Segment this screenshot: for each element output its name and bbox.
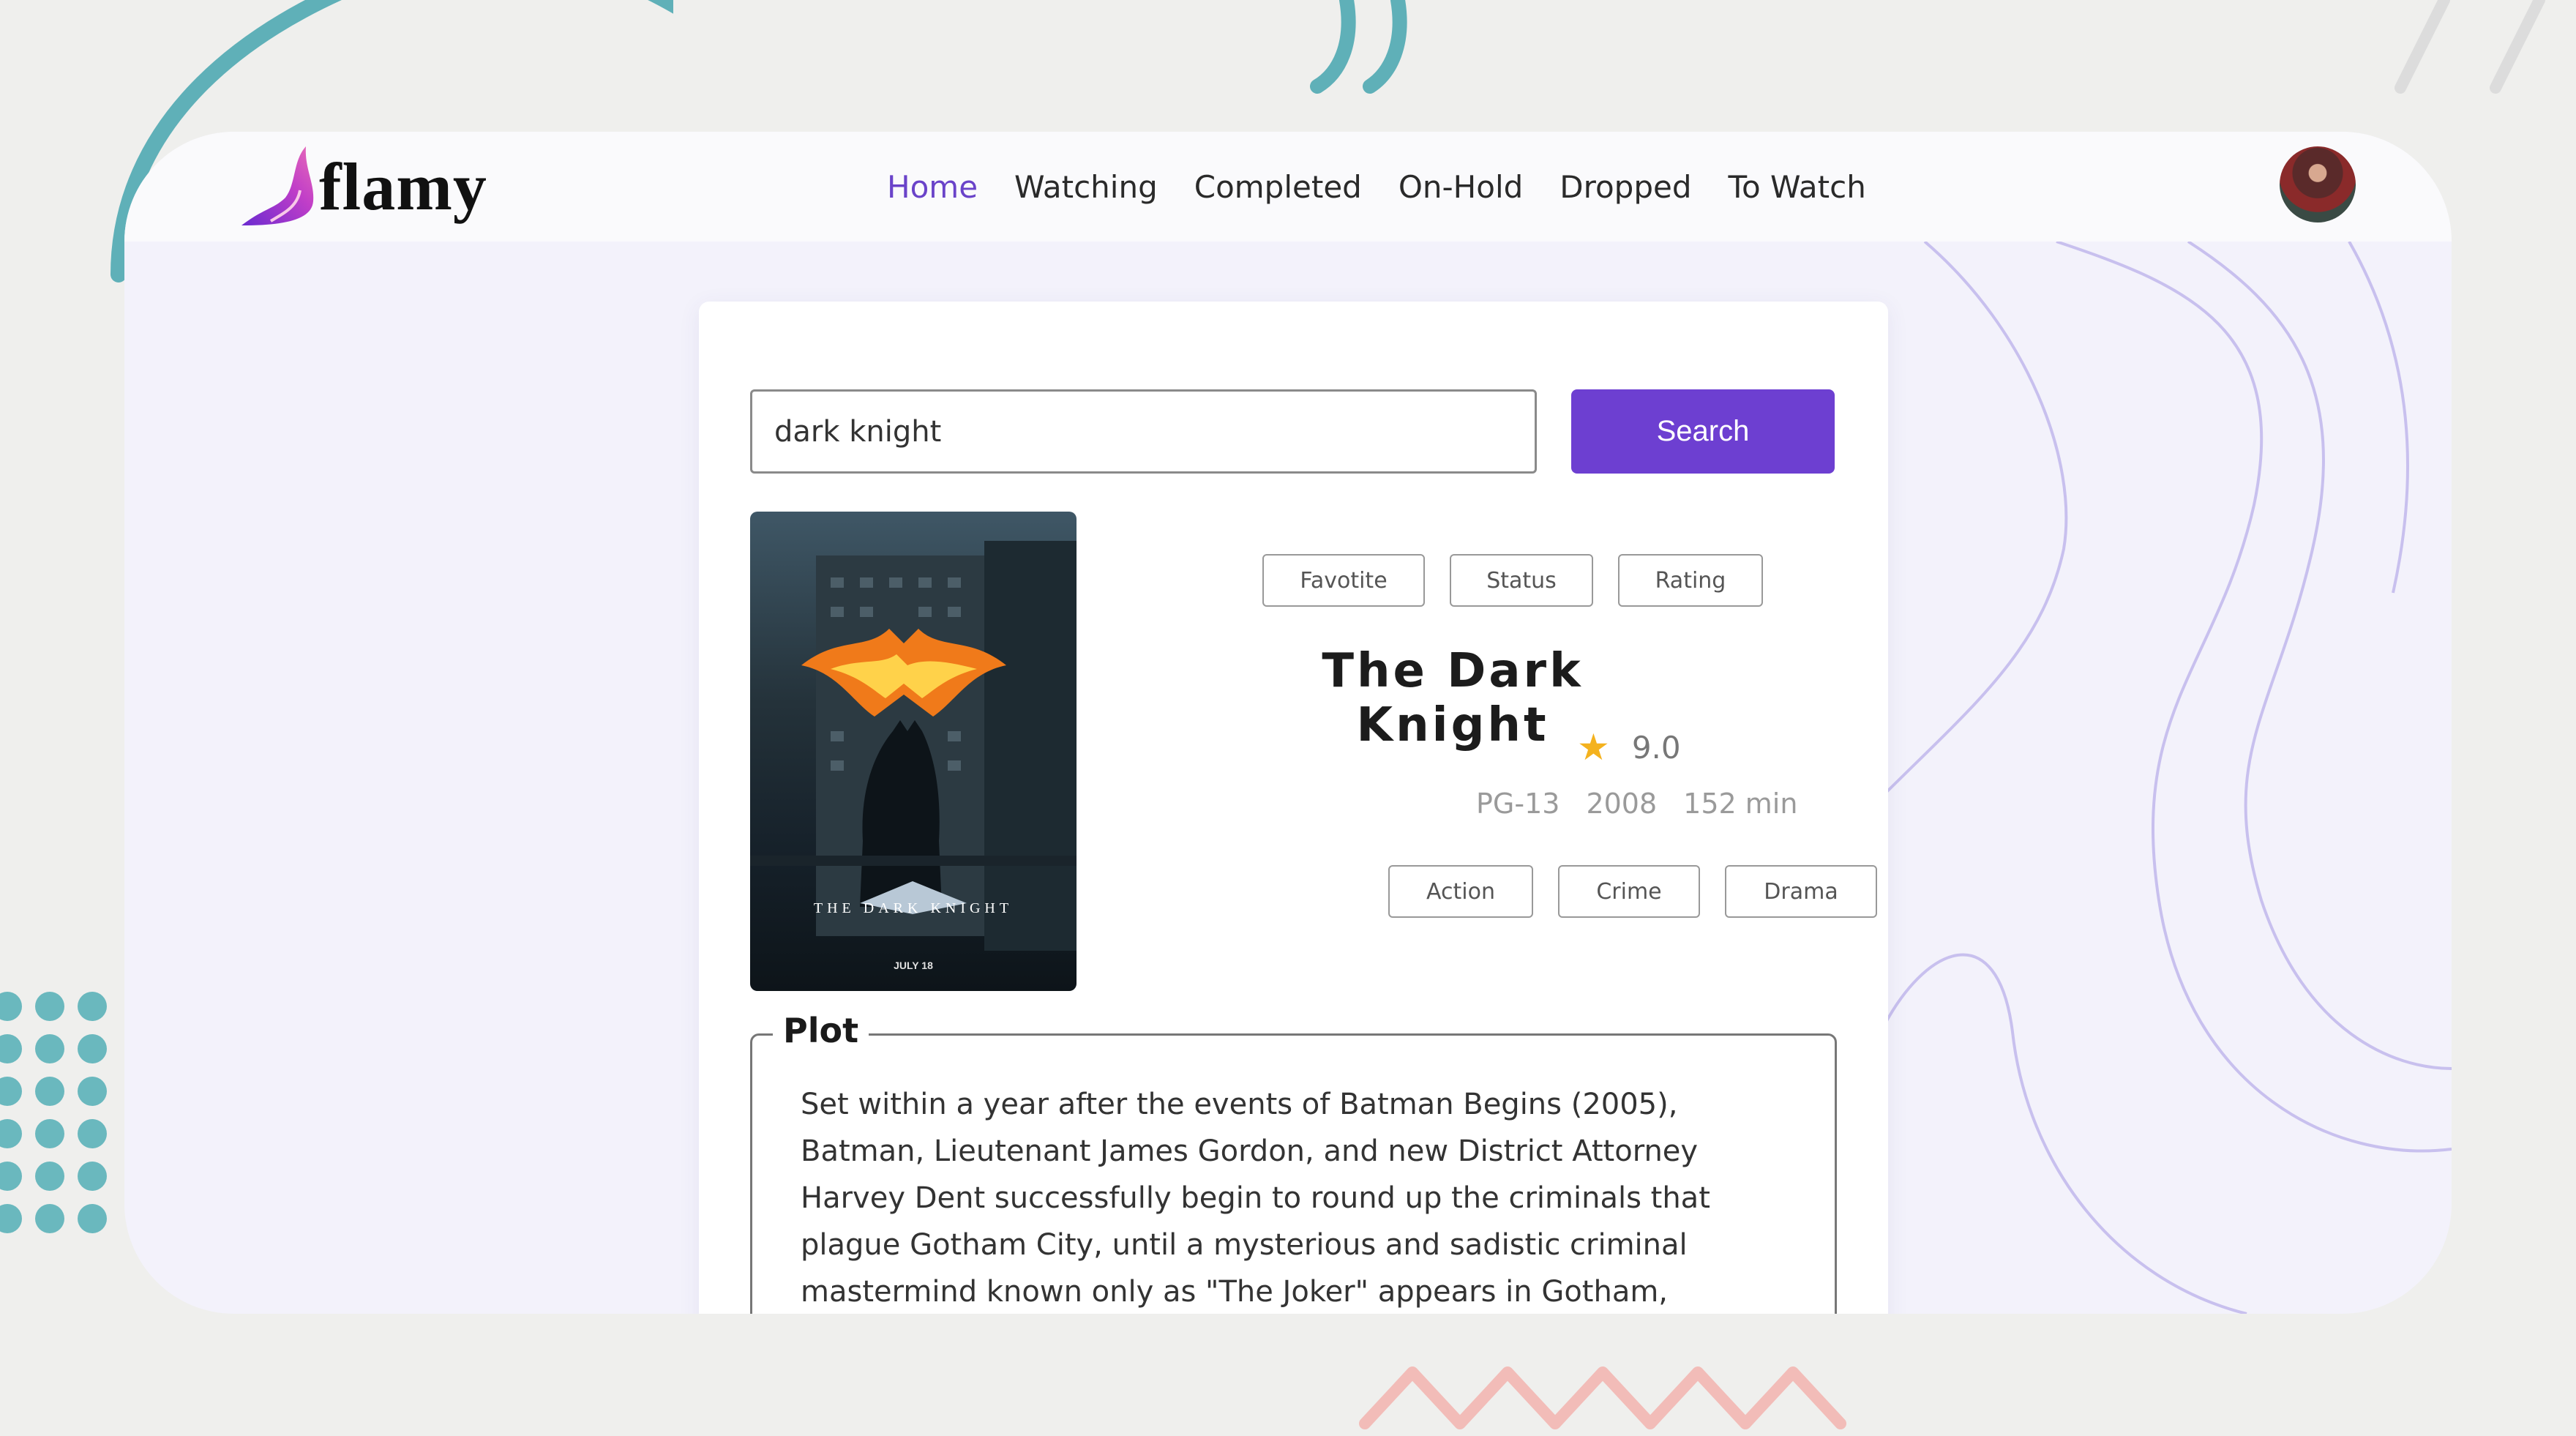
plot-label: Plot [773, 1011, 869, 1050]
search-button[interactable]: Search [1571, 389, 1835, 474]
nav-dropped[interactable]: Dropped [1560, 169, 1691, 205]
movie-runtime: 152 min [1683, 788, 1798, 820]
rating-value: 9.0 [1631, 729, 1681, 766]
movie-rated: PG-13 [1476, 788, 1560, 820]
svg-text:THE DARK KNIGHT: THE DARK KNIGHT [814, 900, 1013, 916]
decorative-zigzag [1359, 1366, 1846, 1429]
app-window: flamy Home Watching Completed On-Hold Dr… [124, 132, 2452, 1314]
logo-text: flamy [319, 149, 487, 224]
search-input[interactable] [750, 389, 1537, 474]
search-card: Search THE DARK KNIGHT JULY 18 Fa [699, 302, 1888, 1314]
decorative-contours [1881, 242, 2452, 1314]
movie-poster: THE DARK KNIGHT JULY 18 [750, 512, 1077, 991]
poster-art: THE DARK KNIGHT JULY 18 [750, 541, 1077, 971]
movie-rating: ★ 9.0 [1577, 726, 1681, 769]
nav-on-hold[interactable]: On-Hold [1399, 169, 1523, 205]
genre-tags: Action Crime Drama [1388, 865, 1877, 918]
app-logo[interactable]: flamy [234, 132, 487, 242]
flame-icon [242, 146, 314, 225]
decorative-brackets [1310, 0, 1407, 94]
favorite-button[interactable]: Favotite [1262, 554, 1425, 607]
plot-section: Plot Set within a year after the events … [750, 1011, 1837, 1314]
main-nav: Home Watching Completed On-Hold Dropped … [887, 132, 1903, 242]
nav-to-watch[interactable]: To Watch [1728, 169, 1865, 205]
plot-text: Set within a year after the events of Ba… [801, 1088, 1710, 1309]
svg-text:JULY 18: JULY 18 [894, 960, 933, 971]
nav-watching[interactable]: Watching [1014, 169, 1158, 205]
action-buttons: Favotite Status Rating [1262, 554, 1763, 607]
status-button[interactable]: Status [1450, 554, 1593, 607]
nav-home[interactable]: Home [887, 169, 978, 205]
genre-tag[interactable]: Crime [1558, 865, 1700, 918]
top-navbar: flamy Home Watching Completed On-Hold Dr… [124, 132, 2452, 242]
movie-meta: PG-13 2008 152 min [1476, 788, 1797, 820]
star-icon: ★ [1577, 726, 1610, 769]
avatar[interactable] [2280, 146, 2356, 222]
genre-tag[interactable]: Drama [1725, 865, 1877, 918]
genre-tag[interactable]: Action [1388, 865, 1533, 918]
rating-button[interactable]: Rating [1618, 554, 1763, 607]
decorative-slashes [2395, 0, 2545, 94]
nav-completed[interactable]: Completed [1194, 169, 1362, 205]
decorative-dots [0, 992, 124, 1248]
movie-year: 2008 [1586, 788, 1658, 820]
